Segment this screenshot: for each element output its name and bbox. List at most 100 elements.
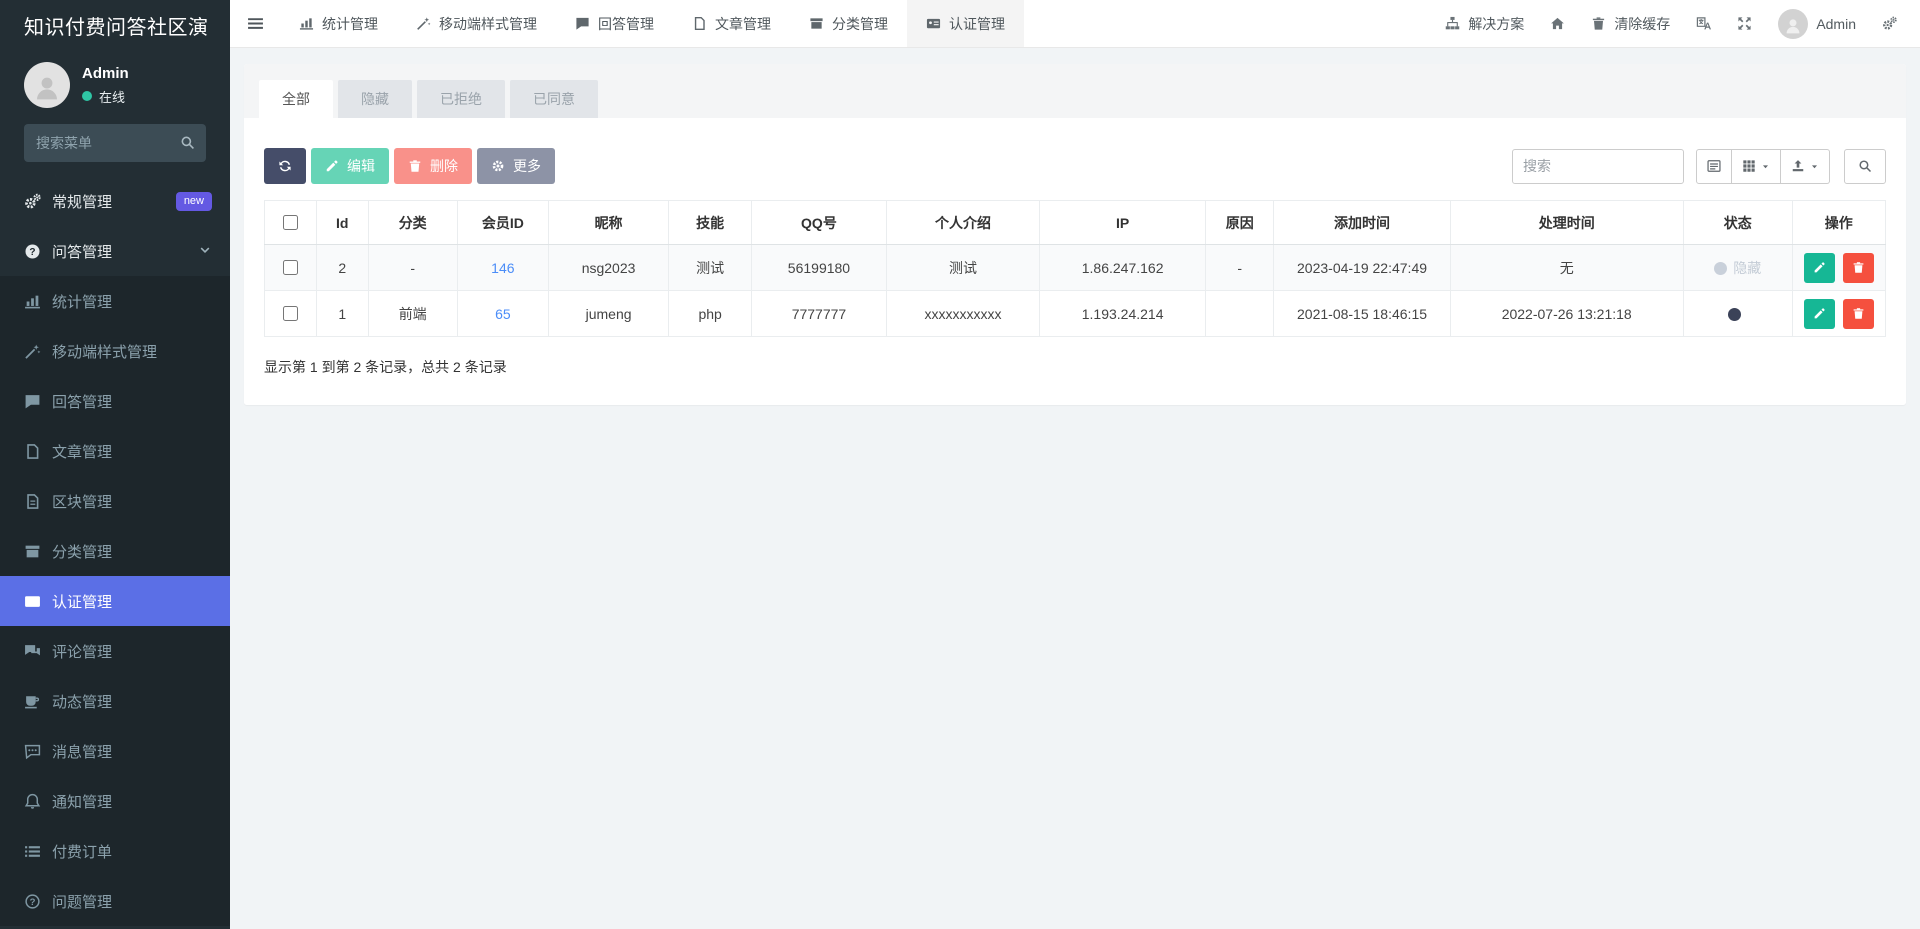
settings-button[interactable] — [1869, 0, 1910, 47]
select-all-checkbox[interactable] — [283, 215, 298, 230]
file-icon — [692, 16, 707, 31]
filter-tab-all[interactable]: 全部 — [259, 80, 333, 118]
hamburger-menu-button[interactable] — [230, 0, 280, 47]
table-row: 1 前端 65 jumeng php 7777777 xxxxxxxxxxx 1… — [265, 291, 1886, 337]
sidebar-submenu: 统计管理 移动端样式管理 回答管理 文章管理 区块管理 分类管理 认证管理 评论… — [0, 276, 230, 926]
tab-label: 统计管理 — [322, 14, 378, 34]
user-menu[interactable]: Admin — [1765, 0, 1869, 47]
language-button[interactable] — [1683, 0, 1724, 47]
filter-tab-hidden[interactable]: 隐藏 — [338, 80, 412, 118]
sidebar-item-messages[interactable]: 消息管理 — [0, 726, 230, 776]
row-checkbox[interactable] — [283, 306, 298, 321]
cell-actions — [1792, 291, 1885, 337]
row-checkbox[interactable] — [283, 260, 298, 275]
panel-heading: 全部 隐藏 已拒绝 已同意 — [244, 64, 1906, 118]
table-view-buttons — [1696, 149, 1830, 184]
sidebar-item-questions[interactable]: 问题管理 — [0, 876, 230, 926]
edit-button[interactable]: 编辑 — [311, 148, 389, 184]
cell-skill: 测试 — [669, 245, 752, 291]
member-id-link[interactable]: 146 — [491, 260, 514, 276]
comments-icon — [24, 643, 41, 660]
gear-icon — [491, 159, 505, 173]
cell-qq: 56199180 — [752, 245, 887, 291]
filter-tab-approved[interactable]: 已同意 — [510, 80, 598, 118]
table-search-input[interactable] — [1512, 149, 1684, 184]
sidebar-item-mobile-style[interactable]: 移动端样式管理 — [0, 326, 230, 376]
export-button[interactable] — [1781, 149, 1830, 184]
row-delete-button[interactable] — [1843, 299, 1874, 329]
home-icon — [1550, 16, 1565, 31]
clear-cache-label: 清除缓存 — [1614, 14, 1670, 34]
menu-search-input[interactable] — [24, 124, 206, 162]
table-right-tools — [1512, 149, 1886, 184]
cell-ip: 1.86.247.162 — [1040, 245, 1206, 291]
tab-stats[interactable]: 统计管理 — [280, 0, 397, 47]
magic-wand-icon — [416, 16, 431, 31]
sidebar-item-blocks[interactable]: 区块管理 — [0, 476, 230, 526]
chart-bar-icon — [299, 16, 314, 31]
tab-label: 认证管理 — [949, 14, 1005, 34]
fullscreen-button[interactable] — [1724, 0, 1765, 47]
sidebar-item-label: 付费订单 — [52, 841, 112, 862]
row-delete-button[interactable] — [1843, 253, 1874, 283]
comment-icon — [24, 393, 41, 410]
columns-button[interactable] — [1732, 149, 1781, 184]
member-id-link[interactable]: 65 — [495, 306, 511, 322]
cell-id: 2 — [316, 245, 368, 291]
sidebar-item-notifications[interactable]: 通知管理 — [0, 776, 230, 826]
pagination-summary: 显示第 1 到第 2 条记录，总共 2 条记录 — [264, 357, 1886, 377]
sidebar-item-general[interactable]: 常规管理 new — [0, 176, 230, 226]
solutions-link[interactable]: 解决方案 — [1432, 0, 1537, 47]
gears-icon — [1882, 16, 1897, 31]
filter-tab-rejected[interactable]: 已拒绝 — [417, 80, 505, 118]
cell-intro: 测试 — [886, 245, 1039, 291]
tab-label: 分类管理 — [832, 14, 888, 34]
sidebar-item-articles[interactable]: 文章管理 — [0, 426, 230, 476]
home-button[interactable] — [1537, 0, 1578, 47]
tab-answers[interactable]: 回答管理 — [556, 0, 673, 47]
more-button[interactable]: 更多 — [477, 148, 555, 184]
column-header: QQ号 — [752, 201, 887, 245]
archive-box-icon — [809, 16, 824, 31]
sidebar-item-comments[interactable]: 评论管理 — [0, 626, 230, 676]
sidebar-item-paid-orders[interactable]: 付费订单 — [0, 826, 230, 876]
sidebar-search — [24, 124, 206, 162]
sidebar-item-label: 统计管理 — [52, 291, 112, 312]
expand-icon — [1737, 16, 1752, 31]
sidebar-item-certification[interactable]: 认证管理 — [0, 576, 230, 626]
sidebar-item-answers[interactable]: 回答管理 — [0, 376, 230, 426]
panel-body: 编辑 删除 更多 — [244, 118, 1906, 405]
status-dot-icon — [1728, 308, 1741, 321]
row-edit-button[interactable] — [1804, 253, 1835, 283]
file-icon — [24, 443, 41, 460]
id-card-icon — [926, 16, 941, 31]
cell-added-time: 2021-08-15 18:46:15 — [1274, 291, 1450, 337]
column-header: 处理时间 — [1450, 201, 1683, 245]
refresh-button[interactable] — [264, 148, 306, 184]
solutions-label: 解决方案 — [1468, 14, 1524, 34]
avatar — [1778, 9, 1808, 39]
tab-certification[interactable]: 认证管理 — [907, 0, 1024, 47]
sidebar-item-categories[interactable]: 分类管理 — [0, 526, 230, 576]
clear-cache-button[interactable]: 清除缓存 — [1578, 0, 1683, 47]
sidebar-item-qa[interactable]: 问答管理 — [0, 226, 230, 276]
tab-mobile-style[interactable]: 移动端样式管理 — [397, 0, 556, 47]
search-icon — [180, 135, 195, 150]
cell-category: - — [368, 245, 457, 291]
tab-categories[interactable]: 分类管理 — [790, 0, 907, 47]
filter-tabs: 全部 隐藏 已拒绝 已同意 — [259, 80, 1891, 118]
trash-icon — [1852, 261, 1865, 274]
top-navbar: 统计管理 移动端样式管理 回答管理 文章管理 分类管理 认证管理 解决方案 清除… — [230, 0, 1920, 48]
search-button[interactable] — [1844, 149, 1886, 184]
toggle-view-button[interactable] — [1696, 149, 1732, 184]
tab-articles[interactable]: 文章管理 — [673, 0, 790, 47]
panel: 全部 隐藏 已拒绝 已同意 编辑 删除 更多 — [244, 64, 1906, 405]
sidebar-item-moments[interactable]: 动态管理 — [0, 676, 230, 726]
sidebar-item-stats[interactable]: 统计管理 — [0, 276, 230, 326]
column-header: 会员ID — [457, 201, 548, 245]
delete-button[interactable]: 删除 — [394, 148, 472, 184]
sitemap-icon — [1445, 16, 1460, 31]
row-edit-button[interactable] — [1804, 299, 1835, 329]
sidebar-item-label: 回答管理 — [52, 391, 112, 412]
grid-icon — [1742, 159, 1756, 173]
